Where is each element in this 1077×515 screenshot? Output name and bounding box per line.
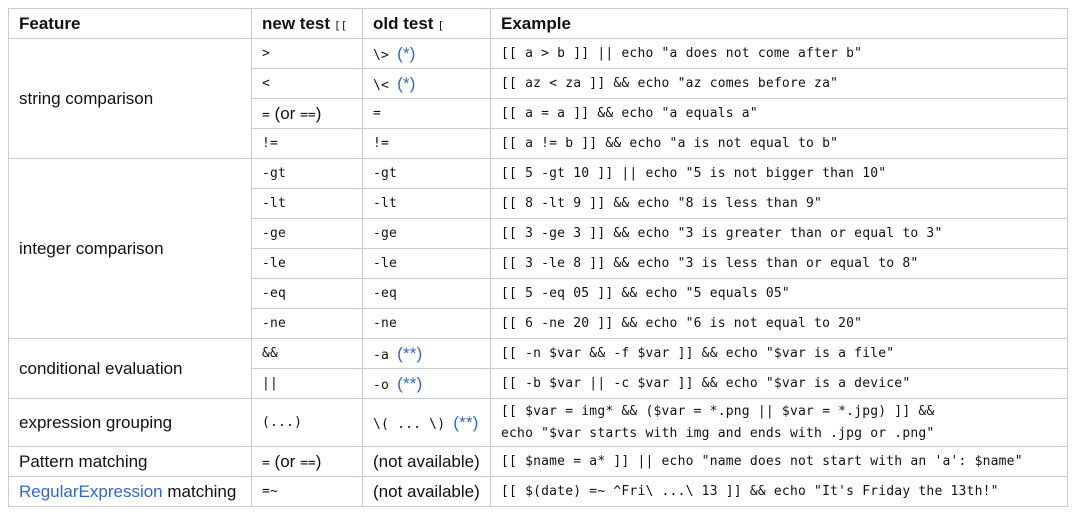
table-row: expression grouping (...) \( ... \) (**)… — [8, 398, 1068, 447]
old-test-cell: -ge — [362, 218, 491, 249]
new-test-cell: != — [251, 128, 363, 159]
new-test-cell: -eq — [251, 278, 363, 309]
table-row: string comparison > \> (*) [[ a > b ]] |… — [8, 38, 1068, 159]
new-test-cell: -gt — [251, 158, 363, 189]
comparison-table: Feature new test[[ old test[ Example str… — [8, 8, 1068, 507]
new-test-cell: && — [251, 338, 363, 369]
footnote-link[interactable]: (*) — [397, 74, 416, 93]
new-test-cell: || — [251, 368, 363, 399]
header-example: Example — [490, 8, 1068, 39]
old-test-cell: -a (**) — [362, 338, 491, 369]
table-row: conditional evaluation && -a (**) [[ -n … — [8, 338, 1068, 399]
old-test-cell: = — [362, 98, 491, 129]
footnote-link[interactable]: (**) — [397, 344, 422, 363]
table-row: Pattern matching = (or ==) (not availabl… — [8, 446, 1068, 477]
group-pattern-matching: Pattern matching — [8, 446, 252, 477]
new-test-cell: < — [251, 68, 363, 99]
header-feature: Feature — [8, 8, 252, 39]
old-test-cell: -lt — [362, 188, 491, 219]
example-cell: [[ -n $var && -f $var ]] && echo "$var i… — [490, 338, 1068, 369]
table-row: RegularExpression matching =~ (not avail… — [8, 476, 1068, 507]
table-row: integer comparison -gt -gt [[ 5 -gt 10 ]… — [8, 158, 1068, 339]
new-test-cell: =~ — [251, 476, 363, 507]
new-test-cell: -ge — [251, 218, 363, 249]
example-cell: [[ $(date) =~ ^Fri\ ...\ 13 ]] && echo "… — [490, 476, 1068, 507]
group-expression-grouping: expression grouping — [8, 398, 252, 447]
footnote-link[interactable]: (*) — [397, 44, 416, 63]
old-test-cell: -eq — [362, 278, 491, 309]
header-old-test: old test[ — [362, 8, 491, 39]
old-test-cell: -gt — [362, 158, 491, 189]
example-cell: [[ 6 -ne 20 ]] && echo "6 is not equal t… — [490, 308, 1068, 339]
old-test-cell: != — [362, 128, 491, 159]
example-cell: [[ a = a ]] && echo "a equals a" — [490, 98, 1068, 129]
footnote-link[interactable]: (**) — [397, 374, 422, 393]
group-string-comparison: string comparison — [8, 38, 252, 159]
example-cell: [[ 5 -gt 10 ]] || echo "5 is not bigger … — [490, 158, 1068, 189]
new-test-cell: -le — [251, 248, 363, 279]
footnote-link[interactable]: (**) — [453, 413, 478, 432]
new-test-cell: -ne — [251, 308, 363, 339]
header-new-test: new test[[ — [251, 8, 363, 39]
group-regex-matching: RegularExpression matching — [8, 476, 252, 507]
old-test-cell: \< (*) — [362, 68, 491, 99]
new-test-cell: = (or ==) — [251, 98, 363, 129]
new-test-cell: > — [251, 38, 363, 69]
old-test-cell: -ne — [362, 308, 491, 339]
example-cell: [[ -b $var || -c $var ]] && echo "$var i… — [490, 368, 1068, 399]
example-cell: [[ $name = a* ]] || echo "name does not … — [490, 446, 1068, 477]
regular-expression-link[interactable]: RegularExpression — [19, 482, 163, 501]
new-test-cell: (...) — [251, 398, 363, 447]
old-test-cell: (not available) — [362, 446, 491, 477]
old-test-cell: \( ... \) (**) — [362, 398, 491, 447]
group-integer-comparison: integer comparison — [8, 158, 252, 339]
example-cell: [[ 3 -ge 3 ]] && echo "3 is greater than… — [490, 218, 1068, 249]
group-conditional-evaluation: conditional evaluation — [8, 338, 252, 399]
example-cell: [[ $var = img* && ($var = *.png || $var … — [490, 398, 1068, 447]
old-test-cell: -o (**) — [362, 368, 491, 399]
example-cell: [[ a > b ]] || echo "a does not come aft… — [490, 38, 1068, 69]
old-test-cell: -le — [362, 248, 491, 279]
header-row: Feature new test[[ old test[ Example — [8, 8, 1068, 39]
example-cell: [[ 5 -eq 05 ]] && echo "5 equals 05" — [490, 278, 1068, 309]
example-cell: [[ 3 -le 8 ]] && echo "3 is less than or… — [490, 248, 1068, 279]
new-test-cell: -lt — [251, 188, 363, 219]
example-cell: [[ a != b ]] && echo "a is not equal to … — [490, 128, 1068, 159]
old-test-cell: (not available) — [362, 476, 491, 507]
example-cell: [[ az < za ]] && echo "az comes before z… — [490, 68, 1068, 99]
new-test-cell: = (or ==) — [251, 446, 363, 477]
old-test-cell: \> (*) — [362, 38, 491, 69]
example-cell: [[ 8 -lt 9 ]] && echo "8 is less than 9" — [490, 188, 1068, 219]
